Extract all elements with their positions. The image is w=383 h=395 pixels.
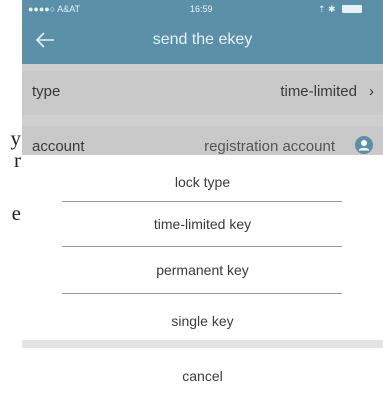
account-label: account — [32, 138, 85, 155]
chevron-right-icon: › — [369, 83, 374, 100]
sheet-title: lock type — [174, 174, 231, 190]
nav-bar: send the ekey — [22, 18, 383, 64]
battery-icon — [342, 5, 362, 13]
type-value: time-limited — [280, 83, 357, 100]
status-icons: ⇡ ✱ — [318, 4, 336, 14]
doc-char: e — [11, 201, 21, 225]
divider — [62, 201, 342, 202]
option-time-limited-key[interactable]: time-limited key — [22, 216, 383, 232]
type-label: type — [32, 83, 61, 100]
doc-char: r — [14, 148, 21, 172]
status-time: 16:59 — [190, 4, 213, 14]
background-document-text: y r e — [0, 0, 22, 395]
user-icon[interactable] — [355, 136, 373, 154]
option-single-key[interactable]: single key — [22, 313, 383, 329]
page-title: send the ekey — [152, 31, 253, 48]
account-input[interactable]: registration account — [204, 138, 335, 155]
phone-screen: ●●●●○ A&AT 16:59 ⇡ ✱ send the ekey type … — [22, 0, 383, 395]
divider — [62, 246, 342, 247]
option-permanent-key[interactable]: permanent key — [22, 262, 383, 278]
status-bar: ●●●●○ A&AT 16:59 ⇡ ✱ — [22, 0, 383, 18]
cancel-button[interactable]: cancel — [22, 368, 383, 384]
divider — [62, 293, 342, 294]
type-row[interactable]: type time-limited › — [22, 71, 383, 115]
carrier-label: ●●●●○ A&AT — [28, 4, 81, 14]
sheet-gap — [22, 340, 383, 348]
lock-type-action-sheet: lock type time-limited key permanent key… — [22, 155, 383, 395]
